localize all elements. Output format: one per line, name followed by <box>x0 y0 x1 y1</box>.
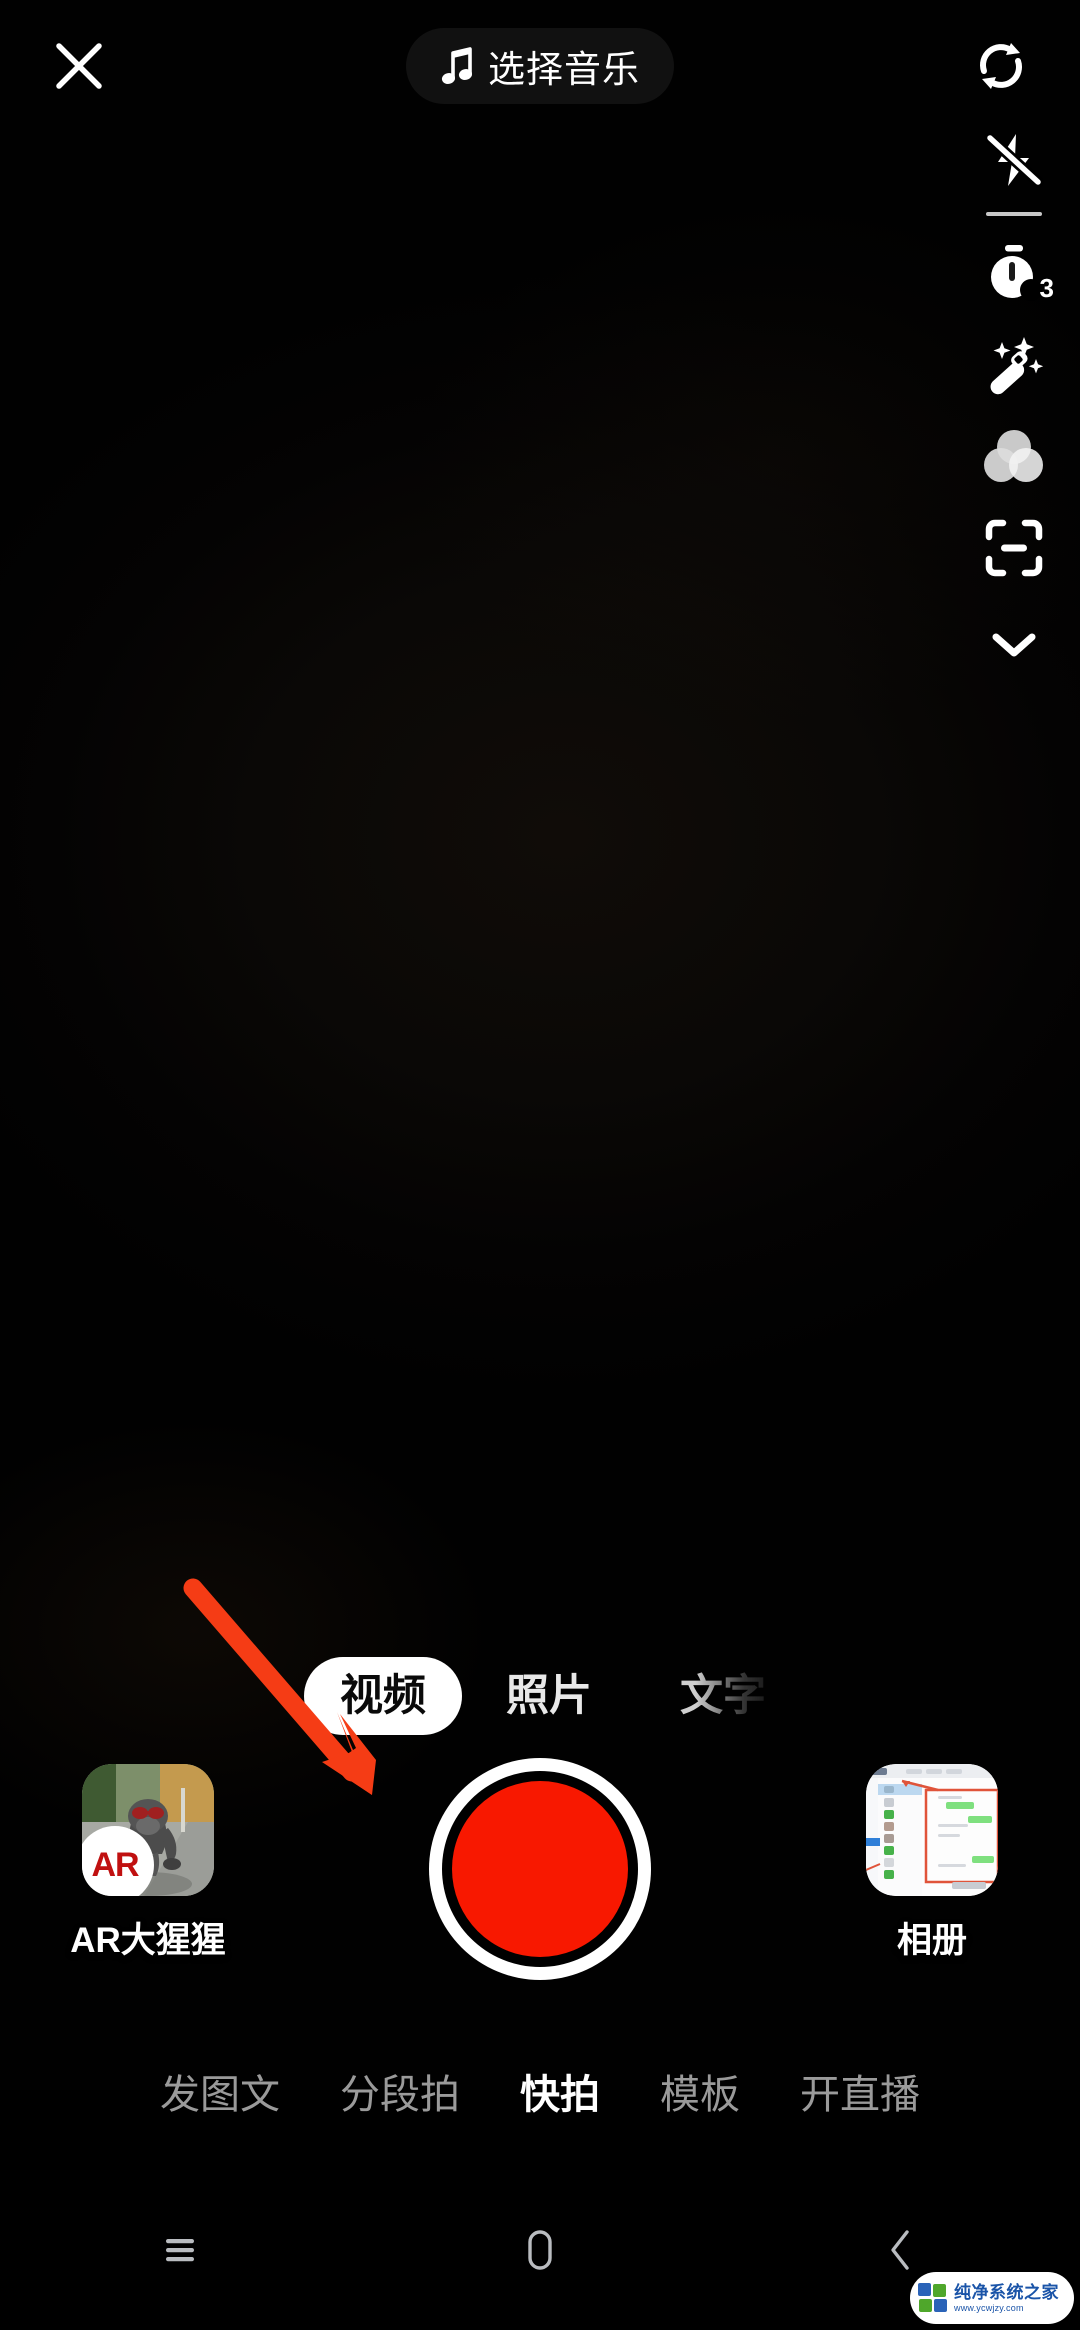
mode-tab-video[interactable]: 视频 <box>304 1657 462 1735</box>
select-music-button[interactable]: 选择音乐 <box>406 28 674 104</box>
publish-mode-nav: 发图文 分段拍 快拍 模板 开直播 <box>0 2032 1080 2150</box>
camera-flip-icon <box>980 43 1022 89</box>
nav-item-quick-shoot[interactable]: 快拍 <box>490 2062 630 2120</box>
filters-button[interactable] <box>966 410 1062 502</box>
chevron-down-icon <box>992 633 1036 657</box>
timer-count-badge: 3 <box>1039 273 1054 303</box>
countdown-timer-button[interactable]: 3 <box>966 226 1062 318</box>
menu-icon <box>166 2239 194 2262</box>
flash-off-icon <box>984 132 1044 188</box>
chevron-left-icon <box>891 2230 909 2270</box>
album-thumbnail <box>866 1764 998 1896</box>
mode-tab-photo[interactable]: 照片 <box>462 1657 636 1735</box>
magic-wand-icon <box>990 337 1044 395</box>
album-label: 相册 <box>896 1921 967 1960</box>
scan-frame-icon <box>985 519 1043 577</box>
watermark-url: www.ycwjzy.com <box>954 2302 1024 2313</box>
filter-circles-icon <box>984 430 1043 482</box>
album-button[interactable]: 相册 <box>822 1764 1042 1963</box>
tool-rail-divider <box>986 212 1042 216</box>
watermark-title: 纯净系统之家 <box>954 2282 1059 2302</box>
ar-gorilla-thumbnail: AR <box>82 1764 214 1896</box>
recent-apps-button[interactable] <box>105 2175 255 2325</box>
music-note-icon <box>441 47 473 84</box>
watermark-logo-icon <box>918 2283 948 2313</box>
scan-button[interactable] <box>966 502 1062 594</box>
camera-screen: 选择音乐 3 视频 照片 文字 AR AR大猩猩 相册 发图文 分段拍 快拍 模… <box>0 0 1080 2330</box>
expand-tools-button[interactable] <box>966 610 1062 680</box>
record-button-gap <box>442 1771 638 1967</box>
timer-icon <box>991 245 1042 301</box>
beauty-effects-button[interactable] <box>966 318 1062 410</box>
capture-row: AR AR大猩猩 相册 <box>0 1744 1080 2034</box>
home-button[interactable] <box>465 2175 615 2325</box>
record-button[interactable] <box>429 1758 651 1980</box>
watermark-text: 纯净系统之家 www.ycwjzy.com <box>954 2284 1059 2313</box>
mode-tab-text[interactable]: 文字 <box>636 1657 810 1735</box>
nav-item-post-image-text[interactable]: 发图文 <box>130 2062 310 2120</box>
close-button[interactable] <box>42 29 116 103</box>
tool-rail: 3 <box>948 114 1080 680</box>
nav-item-template[interactable]: 模板 <box>630 2062 770 2120</box>
effect-picker-button[interactable]: AR AR大猩猩 <box>38 1764 258 1963</box>
site-watermark: 纯净系统之家 www.ycwjzy.com <box>910 2272 1074 2324</box>
close-icon <box>56 43 102 89</box>
effect-label: AR大猩猩 <box>70 1921 226 1960</box>
nav-item-segment-record[interactable]: 分段拍 <box>310 2062 490 2120</box>
select-music-label: 选择音乐 <box>488 49 640 90</box>
album-preview-image <box>866 1764 998 1896</box>
nav-item-go-live[interactable]: 开直播 <box>770 2062 950 2120</box>
record-button-core <box>452 1781 628 1957</box>
flash-toggle-button[interactable] <box>966 114 1062 206</box>
mode-tabs: 视频 照片 文字 <box>0 1648 1080 1744</box>
top-bar: 选择音乐 <box>0 0 1080 132</box>
camera-flip-button[interactable] <box>964 29 1038 103</box>
home-icon <box>528 2230 552 2270</box>
